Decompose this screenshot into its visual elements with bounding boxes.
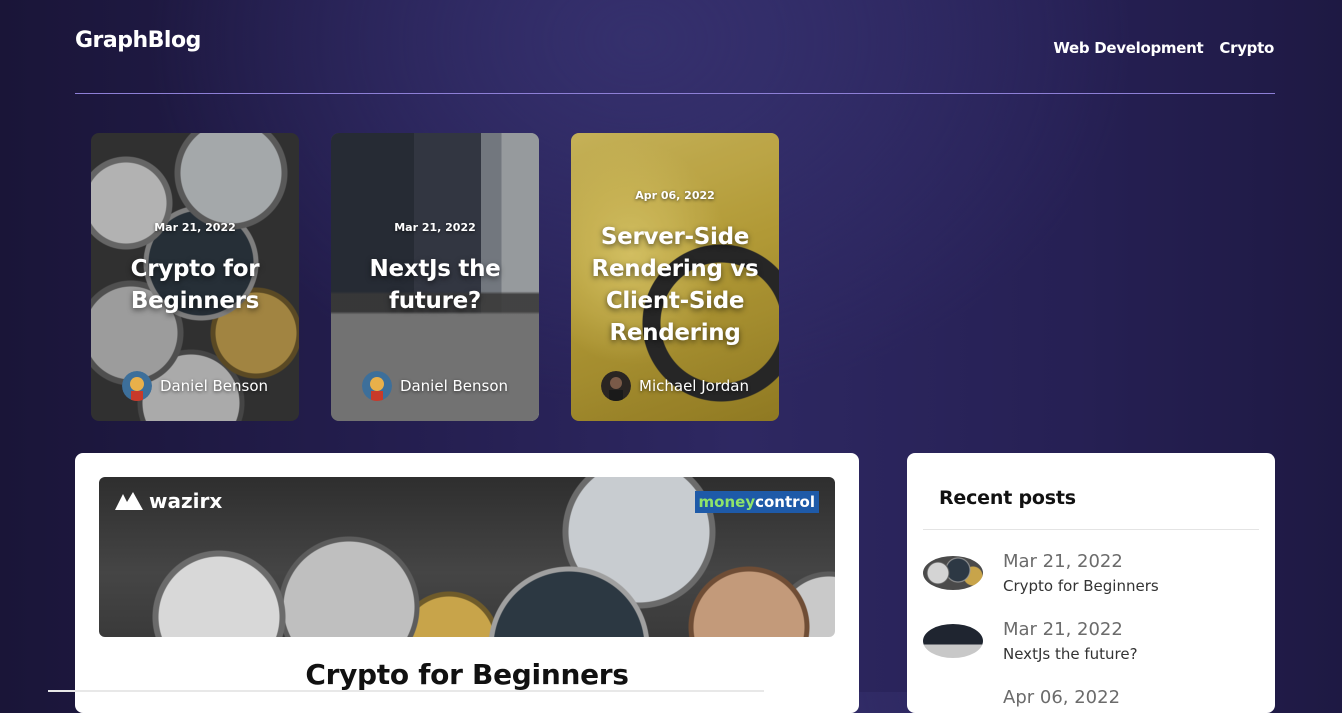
card-date: Apr 06, 2022 bbox=[635, 189, 715, 202]
card-author: Daniel Benson bbox=[331, 371, 539, 401]
featured-card-crypto[interactable]: Mar 21, 2022 Crypto for Beginners Daniel… bbox=[91, 133, 299, 421]
recent-post-thumbnail bbox=[923, 556, 983, 590]
author-name: Daniel Benson bbox=[399, 377, 509, 395]
featured-card-nextjs[interactable]: Mar 21, 2022 NextJs the future? Daniel B… bbox=[331, 133, 539, 421]
card-date: Mar 21, 2022 bbox=[394, 221, 476, 234]
nav-link-web-development[interactable]: Web Development bbox=[1053, 39, 1203, 57]
post-panel: wazirx moneycontrol Crypto for Beginners bbox=[75, 453, 859, 713]
author-avatar-icon bbox=[361, 371, 392, 401]
recent-post-item[interactable]: Mar 21, 2022 NextJs the future? bbox=[923, 619, 1138, 663]
recent-posts-panel: Recent posts Mar 21, 2022 Crypto for Beg… bbox=[907, 453, 1275, 713]
card-author: Michael Jordan bbox=[571, 371, 779, 401]
author-name: Daniel Benson bbox=[159, 377, 269, 395]
recent-post-text: Mar 21, 2022 NextJs the future? bbox=[1003, 619, 1138, 663]
recent-post-date-partial: Apr 06, 2022 bbox=[1003, 687, 1121, 708]
recent-posts-heading: Recent posts bbox=[939, 487, 1076, 509]
hero-logo-text: wazirx bbox=[149, 489, 223, 513]
author-name: Michael Jordan bbox=[639, 377, 749, 395]
header-divider bbox=[75, 93, 1275, 94]
recent-post-text: Mar 21, 2022 Crypto for Beginners bbox=[1003, 551, 1159, 595]
post-title: Crypto for Beginners bbox=[305, 658, 629, 691]
hero-logo-part-a: money bbox=[698, 493, 756, 511]
recent-post-item[interactable]: Mar 21, 2022 Crypto for Beginners bbox=[923, 551, 1159, 595]
recent-post-date: Mar 21, 2022 bbox=[1003, 551, 1123, 572]
card-date: Mar 21, 2022 bbox=[154, 221, 236, 234]
nav-link-crypto[interactable]: Crypto bbox=[1219, 39, 1274, 57]
top-nav: Web Development Crypto bbox=[1053, 39, 1274, 57]
recent-post-thumbnail bbox=[923, 624, 983, 658]
card-title[interactable]: Server-Side Rendering vs Client-Side Ren… bbox=[581, 221, 769, 349]
featured-card-ssr[interactable]: Apr 06, 2022 Server-Side Rendering vs Cl… bbox=[571, 133, 779, 421]
recent-post-title[interactable]: NextJs the future? bbox=[1003, 645, 1138, 663]
post-hero-image: wazirx moneycontrol bbox=[99, 477, 835, 637]
hero-logo-wazirx: wazirx bbox=[115, 489, 222, 513]
card-author: Daniel Benson bbox=[91, 371, 299, 401]
card-title[interactable]: Crypto for Beginners bbox=[101, 253, 289, 317]
author-avatar-icon bbox=[601, 371, 632, 401]
card-title[interactable]: NextJs the future? bbox=[341, 253, 529, 317]
hero-logo-moneycontrol: moneycontrol bbox=[694, 491, 819, 513]
recent-post-title[interactable]: Crypto for Beginners bbox=[1003, 577, 1159, 595]
author-avatar-icon bbox=[121, 371, 152, 401]
hero-logo-part-b: control bbox=[755, 493, 815, 511]
site-logo[interactable]: GraphBlog bbox=[75, 28, 201, 53]
recent-post-date: Mar 21, 2022 bbox=[1003, 619, 1123, 640]
wazirx-logo-icon bbox=[115, 492, 143, 510]
recent-posts-divider bbox=[923, 529, 1259, 530]
